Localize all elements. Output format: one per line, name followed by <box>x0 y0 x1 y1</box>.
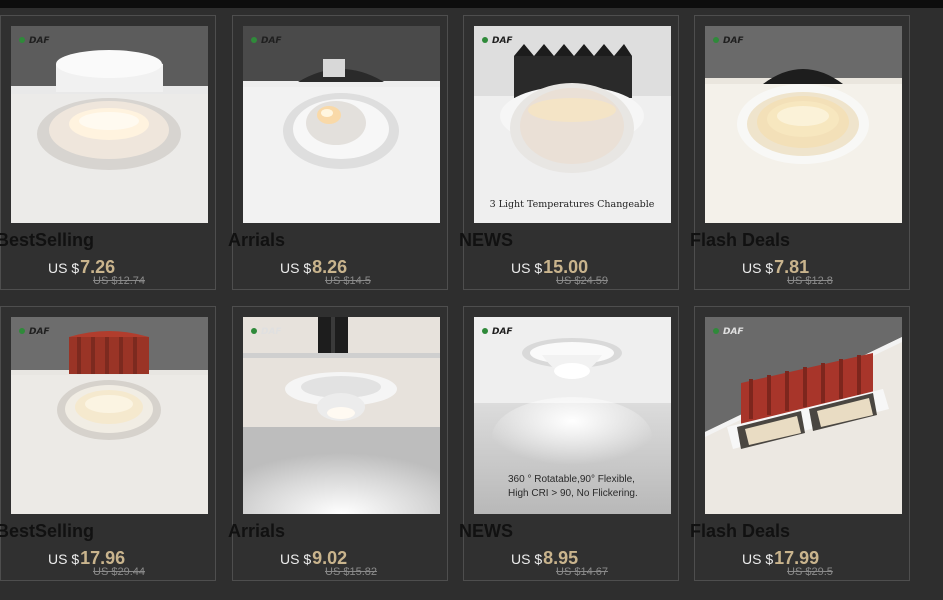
product-card[interactable]: DAF 3 Light Temperatures Changeable NEWS… <box>459 15 679 290</box>
price-value: 9.02 <box>312 548 348 568</box>
category-label[interactable]: NEWS <box>459 230 513 251</box>
price-currency: US $ <box>48 260 80 276</box>
downlight-photo: DAF 3 Light Temperatures Changeable <box>474 26 671 223</box>
product-image[interactable]: DAF <box>243 317 440 514</box>
image-caption-line1: 360 ° Rotatable,90° Flexible, <box>508 474 635 485</box>
original-price: US $14.67 <box>556 566 608 578</box>
price-value: 8.26 <box>312 257 348 277</box>
original-price: US $15.82 <box>325 566 377 578</box>
brand-logo: DAF <box>261 36 282 46</box>
brand-logo-icon <box>482 328 488 334</box>
downlight-photo: DAF <box>705 317 902 514</box>
price-value: 17.99 <box>774 548 820 568</box>
original-price: US $12.74 <box>93 275 145 287</box>
price-currency: US $ <box>742 260 774 276</box>
brand-logo: DAF <box>29 327 50 337</box>
downlight-photo: DAF <box>705 26 902 223</box>
category-label[interactable]: Arrials <box>228 230 285 251</box>
price-value: 17.96 <box>80 548 126 568</box>
price-currency: US $ <box>511 551 543 567</box>
brand-logo-icon <box>251 328 257 334</box>
image-caption: 3 Light Temperatures Changeable <box>490 199 655 210</box>
product-card[interactable]: DAF 360 ° Rotatable,90° Flexible, High C… <box>459 306 679 581</box>
price-value: 7.26 <box>80 257 116 277</box>
downlight-photo: DAF <box>11 26 208 223</box>
brand-logo-icon <box>482 37 488 43</box>
product-image[interactable]: DAF <box>11 26 208 223</box>
downlight-photo: DAF 360 ° Rotatable,90° Flexible, High C… <box>474 317 671 514</box>
original-price: US $14.5 <box>325 275 371 287</box>
brand-logo: DAF <box>29 36 50 46</box>
image-caption-line2: High CRI > 90, No Flickering. <box>508 488 638 499</box>
price-currency: US $ <box>511 260 543 276</box>
brand-logo: DAF <box>492 36 513 46</box>
product-image[interactable]: DAF <box>705 317 902 514</box>
product-card[interactable]: DAF BestSelling US $7.26 US $12.74 <box>0 15 216 290</box>
brand-logo: DAF <box>492 327 513 337</box>
brand-logo: DAF <box>723 327 744 337</box>
brand-logo-icon <box>713 37 719 43</box>
downlight-photo: DAF <box>11 317 208 514</box>
price-value: 7.81 <box>774 257 810 277</box>
price-value: 8.95 <box>543 548 579 568</box>
brand-logo: DAF <box>261 327 282 337</box>
price-currency: US $ <box>48 551 80 567</box>
original-price: US $12.8 <box>787 275 833 287</box>
category-label[interactable]: Arrials <box>228 521 285 542</box>
category-label[interactable]: NEWS <box>459 521 513 542</box>
brand-logo: DAF <box>723 36 744 46</box>
brand-logo-icon <box>19 37 25 43</box>
brand-logo-icon <box>251 37 257 43</box>
brand-logo-icon <box>19 328 25 334</box>
downlight-photo: DAF <box>243 317 440 514</box>
product-card[interactable]: DAF Arrials US $9.02 US $15.82 <box>228 306 448 581</box>
category-label[interactable]: BestSelling <box>0 230 94 251</box>
price-currency: US $ <box>742 551 774 567</box>
original-price: US $29.44 <box>93 566 145 578</box>
product-card[interactable]: DAF Arrials US $8.26 US $14.5 <box>228 15 448 290</box>
product-image[interactable]: DAF 3 Light Temperatures Changeable <box>474 26 671 223</box>
product-image[interactable]: DAF <box>243 26 440 223</box>
product-card[interactable]: DAF BestSelling US $17.96 US $29.44 <box>0 306 216 581</box>
original-price: US $29.5 <box>787 566 833 578</box>
brand-logo-icon <box>713 328 719 334</box>
category-label[interactable]: BestSelling <box>0 521 94 542</box>
downlight-photo: DAF <box>243 26 440 223</box>
product-image[interactable]: DAF <box>705 26 902 223</box>
original-price: US $24.59 <box>556 275 608 287</box>
price-currency: US $ <box>280 260 312 276</box>
product-image[interactable]: DAF <box>11 317 208 514</box>
product-card[interactable]: DAF Flash Deals US $7.81 US $12.8 <box>690 15 910 290</box>
product-grid: DAF BestSelling US $7.26 US $12.74 DAF A… <box>0 0 943 600</box>
category-label[interactable]: Flash Deals <box>690 230 790 251</box>
product-card[interactable]: DAF Flash Deals US $17.99 US $29.5 <box>690 306 910 581</box>
price-currency: US $ <box>280 551 312 567</box>
product-image[interactable]: DAF 360 ° Rotatable,90° Flexible, High C… <box>474 317 671 514</box>
category-label[interactable]: Flash Deals <box>690 521 790 542</box>
price-value: 15.00 <box>543 257 589 277</box>
